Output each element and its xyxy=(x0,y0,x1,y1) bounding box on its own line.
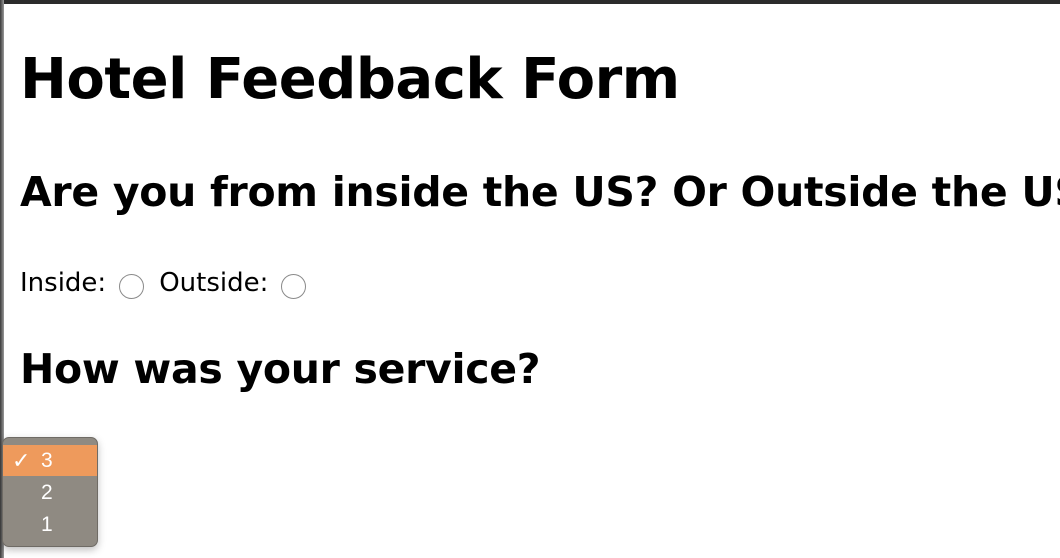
window-top-border xyxy=(0,0,1060,4)
checkmark-icon: ✓ xyxy=(12,448,31,473)
inside-radio[interactable] xyxy=(119,273,145,299)
rating-option-label: 1 xyxy=(41,513,53,536)
service-question-heading: How was your service? xyxy=(20,345,541,393)
rating-option-label: 2 xyxy=(41,481,53,504)
rating-option-1[interactable]: 1 xyxy=(3,509,97,540)
rating-option-3[interactable]: ✓ 3 xyxy=(3,445,97,476)
page-title: Hotel Feedback Form xyxy=(20,47,680,112)
location-question-heading: Are you from inside the US? Or Outside t… xyxy=(20,168,1060,216)
rating-option-label: 3 xyxy=(41,449,53,472)
inside-label: Inside: xyxy=(20,268,107,298)
outside-label: Outside: xyxy=(159,268,269,298)
service-rating-dropdown-menu[interactable]: ✓ 3 2 1 xyxy=(2,437,98,547)
location-radio-group: Inside: Outside: xyxy=(20,266,307,300)
rating-option-2[interactable]: 2 xyxy=(3,477,97,508)
outside-radio[interactable] xyxy=(281,273,307,299)
